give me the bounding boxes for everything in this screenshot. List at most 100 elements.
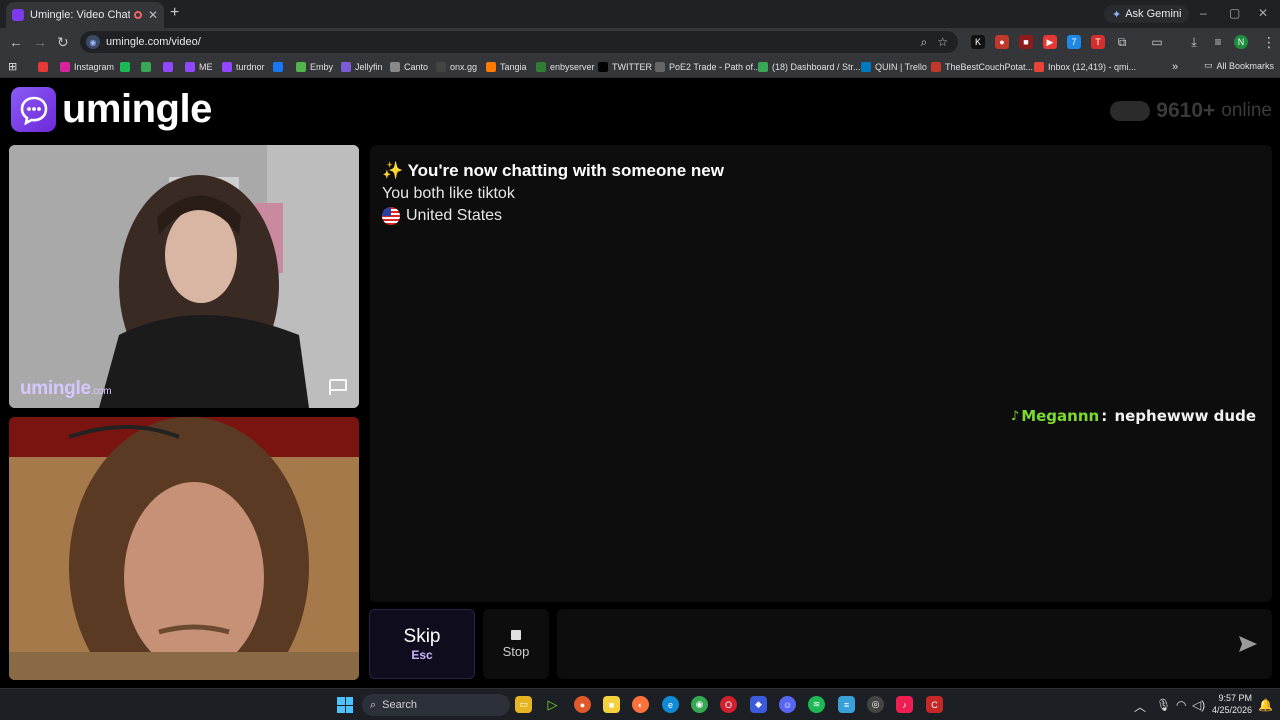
forward-arrow-icon[interactable]: → [33, 34, 47, 50]
report-flag-icon[interactable] [327, 378, 349, 396]
bookmark-item[interactable] [38, 60, 52, 74]
taskbar-clock[interactable]: 9:57 PM 4/25/2026 [1212, 692, 1252, 716]
reload-icon[interactable]: ↻ [57, 34, 69, 51]
bookmark-item[interactable]: QUIN | Trello [861, 60, 927, 74]
theme-toggle[interactable] [1110, 101, 1151, 121]
spotify-icon[interactable]: ≋ [808, 696, 825, 713]
address-url[interactable]: umingle.com/video/ [106, 36, 921, 48]
edge-icon[interactable]: e [662, 696, 679, 713]
bookmark-favicon-icon [38, 62, 48, 72]
file-explorer-icon[interactable]: ▭ [515, 696, 532, 713]
media-player-icon[interactable]: ▷ [544, 696, 561, 713]
bookmark-favicon-icon [222, 62, 232, 72]
bookmark-item[interactable] [120, 60, 134, 74]
chat-message-input[interactable] [557, 609, 1272, 679]
extension-youtube-icon[interactable]: ▶ [1043, 35, 1057, 49]
bookmark-item[interactable]: Jellyfin [341, 60, 383, 74]
bookmark-item[interactable] [163, 60, 177, 74]
bookmark-item[interactable]: enbyserver [536, 60, 595, 74]
all-bookmarks-button[interactable]: ▭ All Bookmarks [1204, 60, 1274, 71]
extension-7tv-icon[interactable]: 7 [1067, 35, 1081, 49]
chrome-icon[interactable]: ◉ [691, 696, 708, 713]
bookmark-item[interactable]: Inbox (12,419) - qmi... [1034, 60, 1136, 74]
discord-icon[interactable]: ☺ [779, 696, 796, 713]
bookmark-label: enbyserver [550, 62, 595, 72]
app-blue-icon[interactable]: ◆ [750, 696, 767, 713]
app-orange-icon[interactable]: ● [574, 696, 591, 713]
back-arrow-icon[interactable]: ← [9, 34, 23, 50]
extensions-puzzle-icon[interactable]: ⧉ [1115, 35, 1129, 49]
stop-button[interactable]: Stop [483, 609, 549, 679]
bookmark-label: Jellyfin [355, 62, 383, 72]
bookmark-favicon-icon [120, 62, 130, 72]
bookmark-star-icon[interactable]: ☆ [937, 35, 948, 49]
notepad-icon[interactable]: ≡ [838, 696, 855, 713]
umingle-page: umingle 9610+ online umingle.com ✨ You'r… [0, 79, 1280, 688]
new-tab-button[interactable]: + [170, 4, 179, 22]
bookmark-item[interactable]: Emby [296, 60, 333, 74]
us-flag-icon [382, 207, 400, 225]
bookmark-item[interactable]: TWITTER [598, 60, 652, 74]
obs-icon[interactable]: ◎ [867, 696, 884, 713]
address-bar[interactable]: ◉ umingle.com/video/ ⌕ ☆ [80, 31, 958, 53]
zoom-icon[interactable]: ⌕ [921, 35, 928, 50]
bookmark-item[interactable]: ME [185, 60, 213, 74]
bookmark-item[interactable]: onx.gg [436, 60, 477, 74]
bookmark-item[interactable] [141, 60, 155, 74]
media-controls-icon[interactable]: ≡ [1211, 35, 1225, 49]
windows-start-icon[interactable] [337, 697, 353, 713]
site-logo[interactable]: umingle [11, 87, 212, 132]
bookmark-item[interactable]: turdnor [222, 60, 265, 74]
bookmark-favicon-icon [273, 62, 283, 72]
extension-k-icon[interactable]: K [971, 35, 985, 49]
bookmark-favicon-icon [861, 62, 871, 72]
chrome-red-icon[interactable]: C [926, 696, 943, 713]
sticky-notes-icon[interactable]: ■ [603, 696, 620, 713]
ask-gemini-button[interactable]: ✦ Ask Gemini [1104, 5, 1190, 23]
bookmark-item[interactable]: Instagram [60, 60, 114, 74]
clock-time: 9:57 PM [1218, 693, 1253, 703]
self-video-frame [9, 417, 359, 680]
send-arrow-icon[interactable] [1238, 635, 1258, 653]
apps-grid-icon[interactable]: ⊞ [8, 59, 17, 73]
volume-icon[interactable]: ◁) [1192, 698, 1205, 712]
opera-icon[interactable]: O [720, 696, 737, 713]
bookmark-item[interactable]: (18) Dashboard / Str... [758, 60, 861, 74]
online-counter: 9610+ online [1110, 99, 1272, 123]
firefox-icon[interactable]: ◐ [632, 696, 649, 713]
tray-overflow-icon[interactable]: ︿ [1134, 698, 1146, 715]
notifications-bell-icon[interactable]: 🔔 [1258, 698, 1273, 712]
tab-close-icon[interactable]: ✕ [148, 8, 158, 22]
bookmark-item[interactable] [273, 60, 287, 74]
wifi-icon[interactable]: ◠ [1176, 698, 1186, 712]
close-window-icon[interactable]: ✕ [1258, 6, 1268, 20]
bookmarks-overflow-icon[interactable]: » [1172, 60, 1178, 74]
umingle-watermark: umingle.com [20, 378, 112, 400]
bookmark-item[interactable]: Tangia [486, 60, 527, 74]
skip-label: Skip [403, 626, 441, 647]
extension-red-icon[interactable]: ■ [1019, 35, 1033, 49]
stranger-video: umingle.com [9, 145, 359, 408]
browser-menu-icon[interactable]: ⋮ [1262, 34, 1276, 51]
all-bookmarks-label: All Bookmarks [1216, 60, 1275, 71]
tab-search-icon[interactable]: ▭ [1150, 35, 1164, 49]
recording-indicator-icon [133, 11, 142, 19]
bookmark-item[interactable]: TheBestCouchPotat... [931, 60, 1033, 74]
minimize-window-icon[interactable]: – [1200, 6, 1207, 20]
extension-bttv-icon[interactable]: T [1091, 35, 1105, 49]
tiktok-icon[interactable]: ♪ [896, 696, 913, 713]
skip-button[interactable]: Skip Esc [369, 609, 475, 679]
profile-avatar[interactable]: N [1234, 35, 1248, 49]
self-video [9, 417, 359, 680]
bookmark-item[interactable]: PoE2 Trade - Path of... [655, 60, 761, 74]
bookmark-label: TheBestCouchPotat... [945, 62, 1034, 72]
bookmark-favicon-icon [141, 62, 151, 72]
maximize-window-icon[interactable]: ▢ [1229, 6, 1240, 20]
browser-tab-umingle[interactable]: Umingle: Video Chat with S ✕ [6, 2, 164, 28]
site-info-icon[interactable]: ◉ [86, 35, 100, 49]
bookmark-item[interactable]: Canto [390, 60, 428, 74]
extension-fox-icon[interactable]: ● [995, 35, 1009, 49]
downloads-icon[interactable]: ⤓ [1187, 35, 1201, 49]
taskbar-search[interactable]: ⌕ Search [362, 694, 510, 716]
microphone-icon[interactable]: 🎙 [1156, 698, 1171, 712]
